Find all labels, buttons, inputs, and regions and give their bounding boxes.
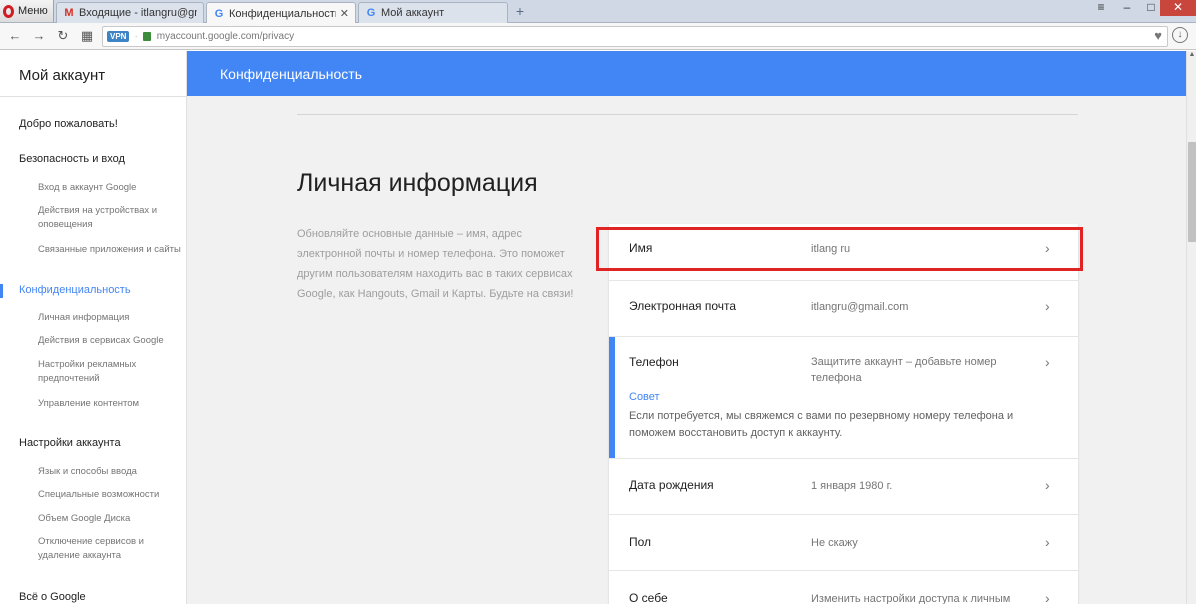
sidebar-subitem-drive-storage[interactable]: Объем Google Диска	[38, 512, 188, 526]
sidebar-subitem-delete-account[interactable]: Отключение сервисов и удаление аккаунта	[38, 535, 188, 563]
chevron-right-icon[interactable]: ›	[1045, 354, 1050, 370]
address-toolbar: ← → ↻ ▦ VPN · myaccount.google.com/priva…	[0, 23, 1196, 50]
main-content: Личная информация Обновляйте основные да…	[187, 96, 1186, 604]
opera-menu-button[interactable]: Меню	[0, 0, 54, 22]
row-email[interactable]: Электронная почта itlangru@gmail.com ›	[609, 281, 1078, 337]
section-description: Обновляйте основные данные – имя, адрес …	[297, 228, 574, 300]
sidebar-subitem-google-activity[interactable]: Действия в сервисах Google	[38, 334, 188, 348]
row-value: itlangru@gmail.com	[811, 301, 909, 313]
download-icon[interactable]: ↓	[1172, 27, 1188, 43]
sidebar-item-account-settings[interactable]: Настройки аккаунта	[19, 437, 121, 449]
lock-icon[interactable]	[142, 32, 151, 41]
sidebar-subitem-ad-settings[interactable]: Настройки рекламных предпочтений	[38, 358, 188, 386]
chevron-right-icon[interactable]: ›	[1045, 298, 1050, 314]
tip-text: Если потребуется, мы свяжемся с вами по …	[629, 410, 1014, 439]
google-icon: G	[366, 7, 376, 19]
close-window-icon[interactable]: ✕	[1160, 0, 1196, 16]
scroll-up-icon[interactable]: ▲	[1187, 51, 1196, 61]
opera-logo-icon	[3, 4, 14, 18]
sidebar-item-security[interactable]: Безопасность и вход	[19, 153, 125, 165]
personal-info-card: Имя itlang ru › Электронная почта itlang…	[609, 224, 1078, 604]
speed-dial-icon[interactable]: ▦	[79, 28, 95, 44]
tab-my-account[interactable]: G Мой аккаунт	[358, 2, 508, 23]
sidebar-title[interactable]: Мой аккаунт	[19, 67, 105, 84]
tab-menu-icon[interactable]: ≡	[1088, 0, 1114, 16]
sidebar-item-about-google[interactable]: Всё о Google	[19, 591, 86, 603]
tab-label: Конфиденциальность	[229, 7, 336, 20]
reload-icon[interactable]: ↻	[55, 28, 71, 44]
row-label: Дата рождения	[629, 478, 714, 492]
section-title: Личная информация	[297, 169, 538, 197]
address-field[interactable]: VPN · myaccount.google.com/privacy	[102, 26, 1168, 47]
highlight-box	[596, 227, 1083, 271]
sidebar-subitem-content-control[interactable]: Управление контентом	[38, 397, 188, 411]
vpn-badge[interactable]: VPN	[107, 31, 130, 42]
row-label: О себе	[629, 591, 668, 604]
minimize-icon[interactable]: –	[1114, 0, 1140, 16]
row-value: Изменить настройки доступа к личным	[811, 593, 1011, 604]
tip-accent-bar	[609, 337, 615, 458]
gmail-icon: M	[64, 7, 74, 19]
separator: ·	[134, 31, 138, 42]
sidebar-subitem-accessibility[interactable]: Специальные возможности	[38, 488, 188, 502]
close-tab-icon[interactable]: ✕	[340, 7, 349, 20]
tab-gmail[interactable]: M Входящие - itlangru@gmail	[56, 2, 204, 23]
new-tab-icon[interactable]: +	[512, 4, 528, 19]
sidebar-subitem-language[interactable]: Язык и способы ввода	[38, 465, 188, 479]
active-indicator	[0, 284, 3, 298]
forward-icon[interactable]: →	[31, 28, 47, 44]
sidebar-item-welcome[interactable]: Добро пожаловать!	[19, 118, 118, 130]
chevron-right-icon[interactable]: ›	[1045, 477, 1050, 493]
url-text[interactable]: myaccount.google.com/privacy	[157, 31, 294, 42]
google-icon: G	[214, 7, 224, 20]
page-title: Конфиденциальность	[220, 66, 363, 82]
row-phone[interactable]: Телефон Защитите аккаунт – добавьте номе…	[609, 337, 1078, 459]
row-label: Телефон	[629, 355, 679, 369]
sidebar: Мой аккаунт Добро пожаловать! Безопаснос…	[0, 51, 187, 604]
row-about[interactable]: О себе Изменить настройки доступа к личн…	[609, 571, 1078, 604]
row-value: Не скажу	[811, 537, 858, 549]
row-value: Защитите аккаунт – добавьте номер телефо…	[811, 356, 997, 384]
row-gender[interactable]: Пол Не скажу ›	[609, 515, 1078, 571]
sidebar-subitem-connected-apps[interactable]: Связанные приложения и сайты	[38, 243, 188, 257]
chevron-right-icon[interactable]: ›	[1045, 534, 1050, 550]
row-label: Электронная почта	[629, 299, 737, 313]
scrollbar-thumb[interactable]	[1188, 142, 1196, 242]
heart-bookmark-icon[interactable]: ♥	[1154, 28, 1162, 43]
menu-label: Меню	[18, 5, 48, 17]
browser-tab-bar: Меню M Входящие - itlangru@gmail G Конфи…	[0, 0, 1196, 24]
back-icon[interactable]: ←	[7, 28, 23, 44]
page-scrollbar[interactable]: ▲	[1186, 51, 1196, 604]
sidebar-subitem-signin[interactable]: Вход в аккаунт Google	[38, 181, 188, 195]
divider	[297, 114, 1078, 115]
tab-privacy[interactable]: G Конфиденциальность ✕	[206, 2, 356, 24]
sidebar-subitem-device-activity[interactable]: Действия на устройствах и оповещения	[38, 204, 188, 232]
chevron-right-icon[interactable]: ›	[1045, 590, 1050, 604]
sidebar-item-privacy[interactable]: Конфиденциальность	[19, 284, 131, 296]
row-value: 1 января 1980 г.	[811, 480, 893, 492]
sidebar-subitem-personal-info[interactable]: Личная информация	[38, 311, 188, 325]
tab-label: Мой аккаунт	[381, 7, 445, 19]
row-birthday[interactable]: Дата рождения 1 января 1980 г. ›	[609, 459, 1078, 515]
row-label: Пол	[629, 535, 652, 549]
tip-title: Совет	[629, 391, 660, 403]
tab-label: Входящие - itlangru@gmail	[79, 7, 197, 19]
page-header: Конфиденциальность	[187, 51, 1186, 96]
divider	[0, 96, 186, 97]
